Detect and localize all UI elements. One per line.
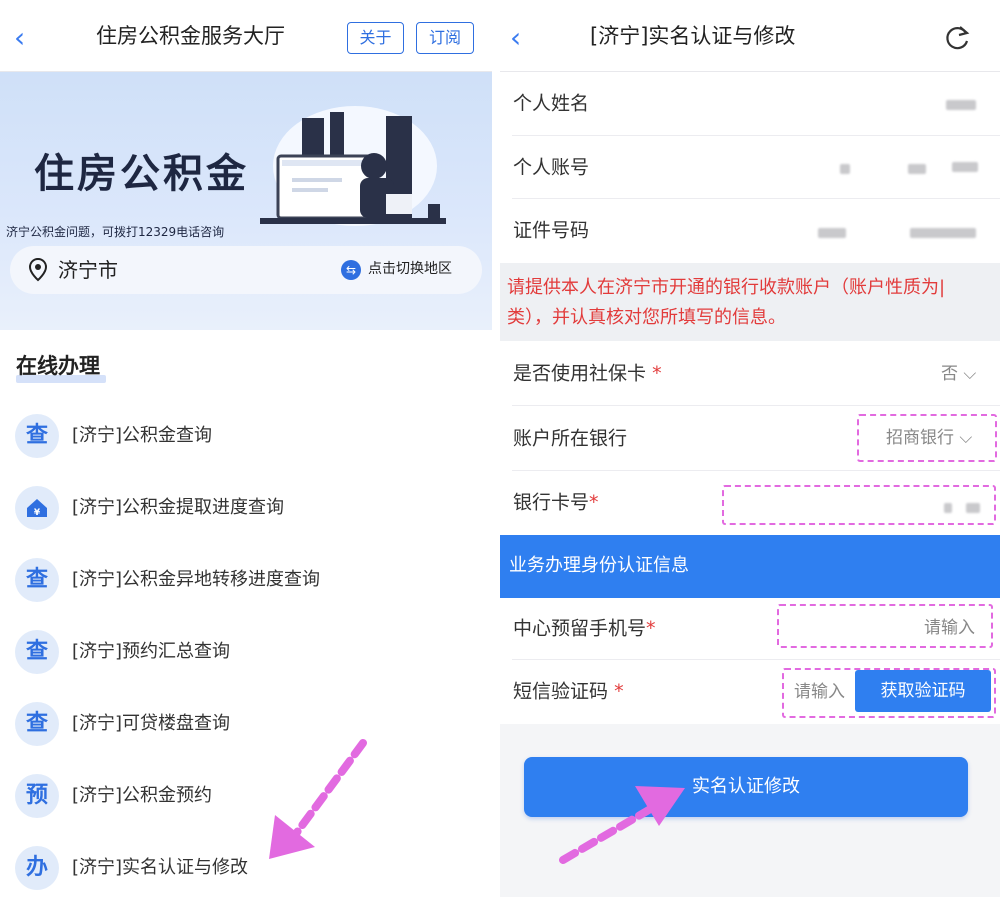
nav-bar: ‹ 住房公积金服务大厅 关于 订阅 xyxy=(0,0,492,72)
about-button[interactable]: 关于 xyxy=(347,22,404,54)
field-label: 个人账号 xyxy=(513,156,590,179)
banner-tip: 济宁公积金问题，可拨打12329电话咨询 xyxy=(6,225,225,239)
field-label: 短信验证码 * xyxy=(513,680,624,703)
location-pin-icon xyxy=(28,258,48,282)
field-label: 是否使用社保卡 * xyxy=(513,362,662,385)
page-title: 住房公积金服务大厅 xyxy=(96,24,285,48)
annotation-arrow-icon xyxy=(559,786,685,864)
city-selector[interactable]: 济宁市 ⇆ 点击切换地区 xyxy=(10,246,482,294)
refresh-icon[interactable] xyxy=(943,24,971,52)
list-item-label: [济宁]预约汇总查询 xyxy=(72,641,231,662)
phone-input[interactable]: 请输入 xyxy=(924,618,975,638)
id-number-row: 证件号码 xyxy=(500,199,1000,263)
screenshot-composite: ‹ 住房公积金服务大厅 关于 订阅 住房公积金 济宁公积金问题，可拨打12329… xyxy=(0,0,1000,897)
social-card-row[interactable]: 是否使用社保卡 * 否 ⌵ xyxy=(500,341,1000,406)
list-item-label: [济宁]可贷楼盘查询 xyxy=(72,713,231,734)
list-item[interactable]: 查 [济宁]公积金查询 xyxy=(0,400,492,472)
service-hall-screen: ‹ 住房公积金服务大厅 关于 订阅 住房公积金 济宁公积金问题，可拨打12329… xyxy=(0,0,492,897)
switch-icon: ⇆ xyxy=(341,260,361,280)
list-item[interactable]: ¥ [济宁]公积金提取进度查询 xyxy=(0,472,492,544)
list-item-label: [济宁]公积金预约 xyxy=(72,785,213,806)
query-icon: 查 xyxy=(15,702,59,746)
list-item[interactable]: 查 [济宁]预约汇总查询 xyxy=(0,616,492,688)
bank-account-notice: 请提供本人在济宁市开通的银行收款账户（账户性质为|类），并认真核对您所填写的信息… xyxy=(500,263,1000,341)
house-yuan-icon: ¥ xyxy=(15,486,59,530)
list-item-label: [济宁]公积金异地转移进度查询 xyxy=(72,569,321,590)
social-card-select[interactable]: 否 ⌵ xyxy=(941,364,976,384)
real-name-auth-screen: ‹ [济宁]实名认证与修改 个人姓名 个人账号 证件号码 请提供本人在济宁市开通 xyxy=(500,0,1000,897)
card-number-row[interactable]: 银行卡号* xyxy=(500,471,1000,535)
city-name: 济宁市 xyxy=(58,258,118,282)
subscribe-button[interactable]: 订阅 xyxy=(416,22,474,54)
annotation-box xyxy=(722,485,996,525)
back-icon[interactable]: ‹ xyxy=(510,24,521,52)
list-item-label: [济宁]公积金提取进度查询 xyxy=(72,497,285,518)
masked-value xyxy=(966,503,980,513)
sms-code-input[interactable]: 请输入 xyxy=(794,682,845,702)
list-item-label: [济宁]实名认证与修改 xyxy=(72,857,249,878)
bank-select[interactable]: 招商银行 ⌵ xyxy=(886,428,972,448)
get-code-button[interactable]: 获取验证码 xyxy=(855,670,991,712)
identity-section-header: 业务办理身份认证信息 xyxy=(500,535,1000,598)
bank-row[interactable]: 账户所在银行 招商银行 ⌵ xyxy=(500,406,1000,471)
query-icon: 查 xyxy=(15,558,59,602)
name-row: 个人姓名 xyxy=(500,72,1000,136)
masked-value xyxy=(952,162,978,172)
list-item-real-name[interactable]: 办 [济宁]实名认证与修改 xyxy=(0,832,492,897)
account-row: 个人账号 xyxy=(500,136,1000,199)
list-item[interactable]: 查 [济宁]可贷楼盘查询 xyxy=(0,688,492,760)
online-services-card: 在线办理 查 [济宁]公积金查询 ¥ [济宁]公积金提取进度查询 查 [济宁]公… xyxy=(0,330,492,897)
phone-row[interactable]: 中心预留手机号* 请输入 xyxy=(500,598,1000,660)
svg-text:¥: ¥ xyxy=(34,508,41,518)
query-icon: 查 xyxy=(15,630,59,674)
back-icon[interactable]: ‹ xyxy=(14,24,25,52)
field-label: 中心预留手机号* xyxy=(513,617,656,640)
office-illustration-icon xyxy=(260,106,446,226)
list-item-label: [济宁]公积金查询 xyxy=(72,425,213,446)
banner: 住房公积金 济宁公积金问题，可拨打12329电话咨询 济宁市 ⇆ 点击切换地区 xyxy=(0,72,492,330)
masked-value xyxy=(946,100,976,110)
field-label: 证件号码 xyxy=(513,219,590,242)
list-item[interactable]: 预 [济宁]公积金预约 xyxy=(0,760,492,832)
section-title: 在线办理 xyxy=(16,354,100,378)
masked-value xyxy=(908,164,926,174)
notice-text: 请提供本人在济宁市开通的银行收款账户（账户性质为|类），并认真核对您所填写的信息… xyxy=(507,277,946,328)
section-header-text: 业务办理身份认证信息 xyxy=(509,555,689,576)
masked-value xyxy=(840,164,850,174)
banner-title: 住房公积金 xyxy=(34,151,249,197)
field-label: 账户所在银行 xyxy=(513,427,628,450)
query-icon: 查 xyxy=(15,414,59,458)
masked-value xyxy=(818,228,846,238)
switch-region-link[interactable]: 点击切换地区 xyxy=(368,261,452,278)
field-label: 银行卡号* xyxy=(513,491,599,514)
page-title: [济宁]实名认证与修改 xyxy=(590,24,796,48)
appointment-icon: 预 xyxy=(15,774,59,818)
panel-divider xyxy=(492,0,500,897)
nav-bar: ‹ [济宁]实名认证与修改 xyxy=(500,0,1000,72)
handle-icon: 办 xyxy=(15,846,59,890)
list-item[interactable]: 查 [济宁]公积金异地转移进度查询 xyxy=(0,544,492,616)
annotation-arrow-icon xyxy=(269,739,367,859)
field-label: 个人姓名 xyxy=(513,92,590,115)
card-number-input[interactable] xyxy=(944,503,952,513)
masked-value xyxy=(910,228,976,238)
